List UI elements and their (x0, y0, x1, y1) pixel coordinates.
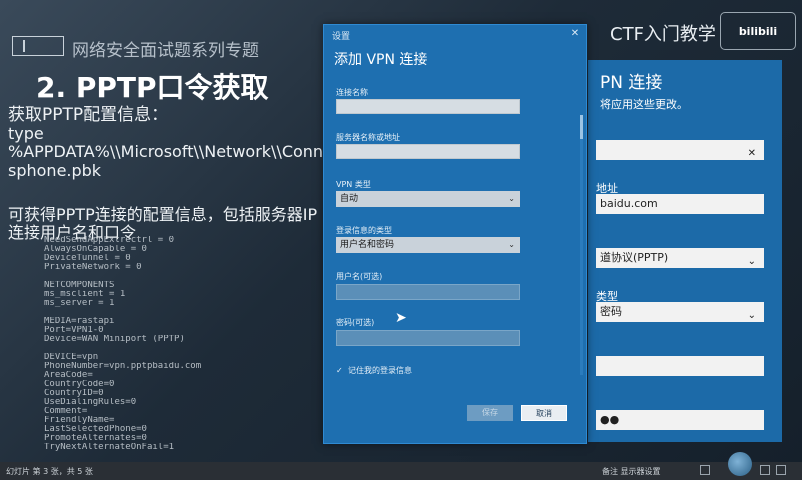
notes-display-settings[interactable]: 备注 显示器设置 (602, 466, 661, 477)
ctf-watermark-label: CTF入门教学 (610, 24, 716, 45)
reading-view-icon[interactable] (776, 465, 786, 475)
bg-password-value: ●● (600, 413, 620, 426)
dialog-title: 添加 VPN 连接 (334, 52, 428, 68)
slide-text-line: %APPDATA%\\Microsoft\\Network\\Connectio (8, 142, 363, 161)
vpn-type-value: 自动 (340, 194, 359, 204)
background-vpn-dialog: PN 连接 将应用这些更改。 ✕ 地址 baidu.com 道协议(PPTP) ⌄… (588, 60, 782, 442)
signin-type-label: 登录信息的类型 (336, 226, 392, 235)
remember-signin-checkbox[interactable]: ✓ 记住我的登录信息 (336, 365, 412, 376)
code-line: Comment= (44, 407, 88, 416)
code-line: PrivateNetwork = 0 (44, 263, 142, 272)
server-input[interactable] (336, 144, 520, 159)
close-icon[interactable]: ✕ (568, 27, 582, 41)
code-line: NETCOMPONENTS (44, 281, 115, 290)
presenter-avatar (728, 452, 752, 476)
code-line: TryNextAlternateOnFail=1 (44, 443, 175, 452)
dialog-scrollbar-thumb[interactable] (580, 115, 583, 139)
password-input[interactable] (336, 330, 520, 346)
code-line: Device=WAN Miniport (PPTP) (44, 335, 185, 344)
chevron-down-icon: ⌄ (508, 240, 515, 249)
server-label: 服务器名称或地址 (336, 133, 400, 142)
bg-signin-select[interactable]: 密码 ⌄ (596, 302, 764, 322)
bg-connection-name-field[interactable]: ✕ (596, 140, 764, 160)
cancel-button[interactable]: 取消 (521, 405, 567, 421)
code-line: DEVICE=vpn (44, 353, 99, 362)
bg-password-field[interactable]: ●● (596, 410, 764, 430)
bg-username-field[interactable] (596, 356, 764, 376)
add-vpn-dialog: 设置 ✕ 添加 VPN 连接 连接名称 服务器名称或地址 VPN 类型 自动 ⌄… (323, 24, 587, 444)
status-bar: 幻灯片 第 3 张，共 5 张 备注 显示器设置 (0, 462, 802, 480)
code-line: MEDIA=rastapi (44, 317, 115, 326)
code-line: PromoteAlternates=0 (44, 434, 147, 443)
normal-view-icon[interactable] (700, 465, 710, 475)
code-line: NeedSendAppExtrectrl = 0 (44, 236, 175, 245)
checkmark-icon: ✓ (336, 366, 343, 375)
bg-dialog-subtitle: 将应用这些更改。 (600, 98, 688, 111)
vpn-type-select[interactable]: 自动 ⌄ (336, 191, 520, 207)
code-line: CountryCode=0 (44, 380, 115, 389)
code-line: LastSelectedPhone=0 (44, 425, 147, 434)
code-line: AlwaysOnCapable = 0 (44, 245, 147, 254)
password-label: 密码(可选) (336, 318, 375, 327)
code-line: AreaCode= (44, 371, 93, 380)
slide-text-line: sphone.pbk (8, 161, 102, 180)
clear-icon: ✕ (747, 148, 756, 159)
dialog-scrollbar-track[interactable] (580, 115, 583, 375)
bilibili-logo-text: bilibili (738, 25, 778, 38)
bg-vpn-type-value: 道协议(PPTP) (600, 251, 669, 264)
pbk-file-content: NeedSendAppExtrectrl = 0 AlwaysOnCapable … (44, 236, 314, 452)
slideshow-view-icon[interactable] (760, 465, 770, 475)
code-line: FriendlyName= (44, 416, 115, 425)
bg-signin-value: 密码 (600, 305, 622, 318)
vpn-type-label: VPN 类型 (336, 180, 371, 189)
chevron-down-icon: ⌄ (747, 310, 756, 321)
slide-text-line: type (8, 124, 44, 143)
code-line: ms_msclient = 1 (44, 290, 126, 299)
code-line: PhoneNumber=vpn.pptpbaidu.com (44, 362, 202, 371)
bg-vpn-type-select[interactable]: 道协议(PPTP) ⌄ (596, 248, 764, 268)
username-label: 用户名(可选) (336, 272, 383, 281)
bilibili-logo: bilibili (720, 12, 796, 50)
code-line: Port=VPN1-0 (44, 326, 104, 335)
save-button[interactable]: 保存 (467, 405, 513, 421)
chevron-down-icon: ⌄ (508, 194, 515, 203)
dialog-caption: 设置 (332, 32, 351, 42)
code-line: DeviceTunnel = 0 (44, 254, 131, 263)
connection-name-label: 连接名称 (336, 88, 368, 97)
chevron-down-icon: ⌄ (747, 256, 756, 267)
code-line: CountryID=0 (44, 389, 104, 398)
signin-type-value: 用户名和密码 (340, 240, 395, 250)
signin-type-select[interactable]: 用户名和密码 ⌄ (336, 237, 520, 253)
bg-server-value: baidu.com (600, 197, 658, 210)
series-banner-box (12, 36, 64, 56)
bg-dialog-title: PN 连接 (600, 73, 663, 93)
connection-name-input[interactable] (336, 99, 520, 114)
slide-text-line: 获取PPTP配置信息： (8, 105, 169, 125)
series-title: 网络安全面试题系列专题 (72, 41, 259, 61)
bg-server-field[interactable]: baidu.com (596, 194, 764, 214)
username-input[interactable] (336, 284, 520, 300)
mouse-cursor-icon: ➤ (395, 310, 407, 326)
code-line: UseDialingRules=0 (44, 398, 137, 407)
slide-counter: 幻灯片 第 3 张，共 5 张 (6, 467, 93, 476)
code-line: ms_server = 1 (44, 299, 115, 308)
remember-signin-label: 记住我的登录信息 (348, 366, 412, 375)
